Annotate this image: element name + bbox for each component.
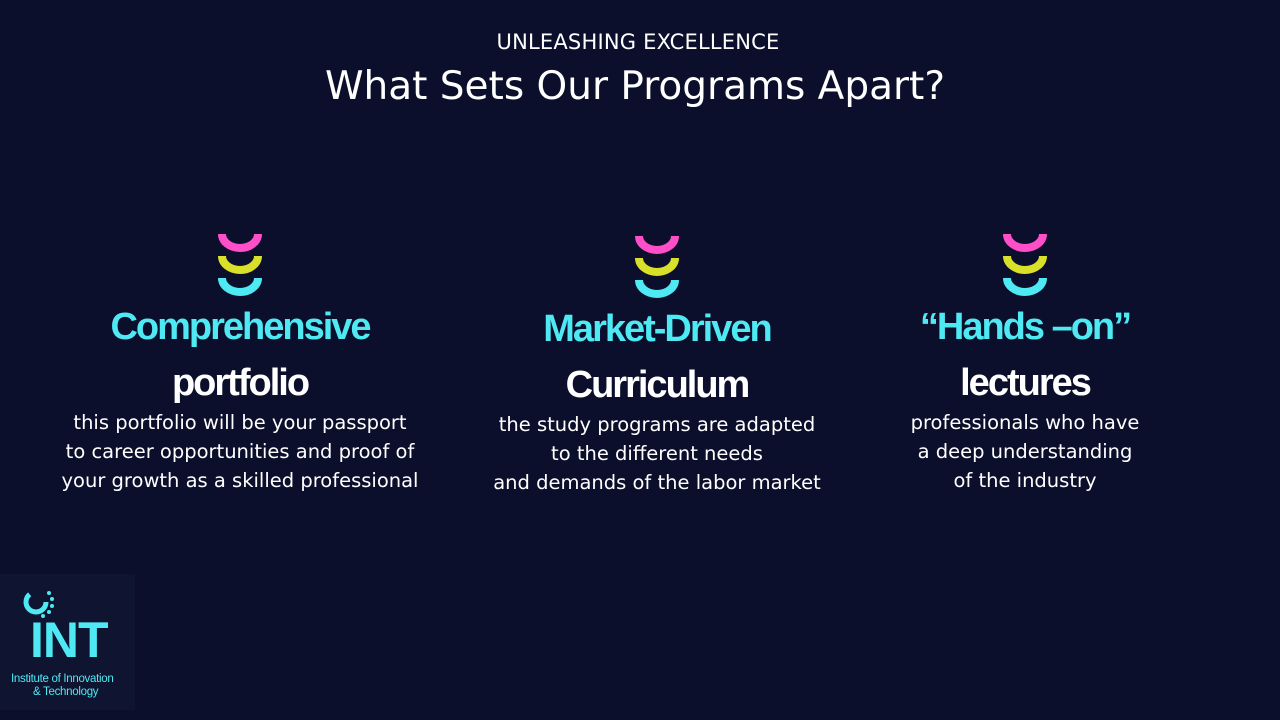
cyan-arc <box>635 279 679 298</box>
feature-subtitle: portfolio <box>171 362 310 404</box>
feature-card-curriculum: Market-Driven Curriculum the study progr… <box>467 230 847 497</box>
cyan-arc <box>1003 277 1047 296</box>
feature-description: this portfolio will be your passport to … <box>61 411 419 492</box>
yellow-arc <box>1003 255 1047 274</box>
cyan-arc <box>218 277 262 296</box>
logo-acronym: INT <box>30 612 109 668</box>
feature-description: the study programs are adapted to the di… <box>493 413 821 494</box>
pink-arc <box>218 233 262 252</box>
feature-subtitle: Curriculum <box>565 364 751 406</box>
page-title: What Sets Our Programs Apart? <box>324 64 946 109</box>
feature-card-portfolio: Comprehensive portfolio this portfolio w… <box>50 228 430 495</box>
stacked-arcs-icon <box>1003 233 1047 296</box>
feature-keyword: “Hands –on” <box>919 306 1132 348</box>
stacked-arcs-icon <box>635 235 679 298</box>
pink-arc <box>635 235 679 254</box>
feature-keyword: Comprehensive <box>110 306 371 348</box>
feature-description: professionals who have a deep understand… <box>910 411 1140 492</box>
logo-name-line2: & Technology <box>33 686 99 698</box>
pink-arc <box>1003 233 1047 252</box>
eyebrow-text: UNLEASHING EXCELLENCE <box>496 30 780 54</box>
feature-card-lectures: “Hands –on” lectures professionals who h… <box>835 228 1215 495</box>
yellow-arc <box>635 257 679 276</box>
feature-subtitle: lectures <box>960 362 1092 404</box>
feature-keyword: Market-Driven <box>543 308 772 350</box>
logo-name-line1: Institute of Innovation <box>11 673 114 685</box>
stacked-arcs-icon <box>218 233 262 296</box>
logo-institute-name: Institute of Innovation & Technology <box>11 673 131 699</box>
yellow-arc <box>218 255 262 274</box>
